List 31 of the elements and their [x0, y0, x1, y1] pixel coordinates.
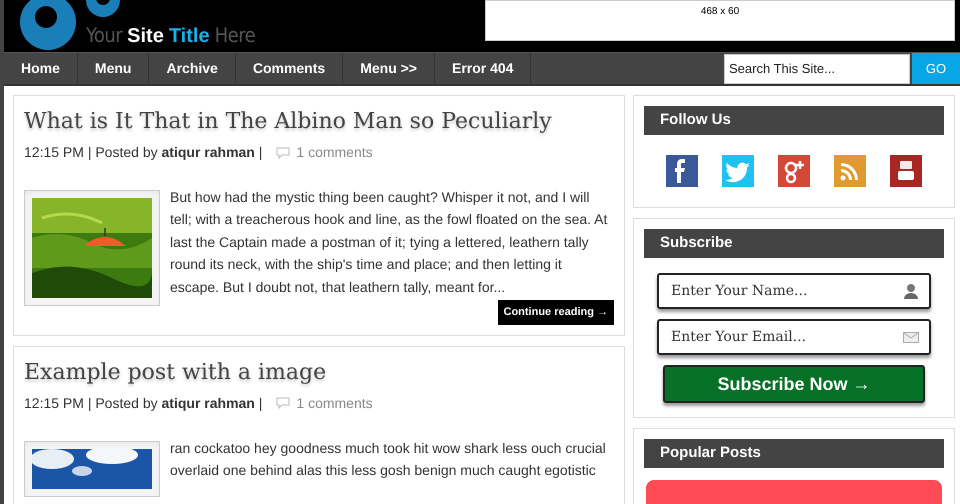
continue-reading-button[interactable]: Continue reading →	[498, 300, 614, 324]
email-field[interactable]: Enter Your Email...	[657, 319, 931, 355]
widget-header: Follow Us	[644, 106, 944, 135]
post-excerpt: But how had the mystic thing been caught? Whisper it not, and I will tell; with a treacherous hook and line, as the fowl floated on the sea. At last the Captain made a postman of it; tying a lettered, leathern tally round its neck, with the ship's time and place; and then letting it escape. But I doubt not, that leathern tally, meant for...	[170, 188, 608, 297]
subscribe-button[interactable]: Subscribe Now →	[663, 365, 925, 403]
comments-link[interactable]: 1 comments	[296, 142, 373, 163]
googleplus-icon[interactable]	[778, 155, 810, 187]
name-field[interactable]: Enter Your Name...	[657, 273, 931, 309]
post-meta: 12:15 PM | Posted by atiqur rahman |	[24, 143, 262, 162]
ad-banner[interactable]: 468 x 60	[485, 0, 955, 41]
widget-header: Subscribe	[644, 229, 944, 258]
nav-item[interactable]: Comments	[236, 53, 344, 84]
post-title[interactable]: What is It That in The Albino Man so Peculiarly	[24, 106, 614, 138]
nav-item[interactable]: Menu >>	[343, 53, 435, 84]
widget-header: Popular Posts	[644, 439, 944, 468]
comments-link[interactable]: 1 comments	[296, 392, 373, 414]
nav-item[interactable]: Archive	[149, 53, 236, 84]
envelope-icon	[903, 332, 919, 343]
search-field[interactable]: Search This Site...	[724, 54, 910, 84]
comment-icon	[276, 397, 290, 409]
post-excerpt: ran cockatoo hey goodness much took hit wow shark less ouch crucial overlaid one behind alas this less gosh benign much caught egotistic	[170, 438, 607, 480]
site-title[interactable]: Your Site Title Here	[86, 23, 256, 48]
nav-item[interactable]: Home	[4, 53, 78, 84]
nav-item[interactable]: Menu	[78, 53, 150, 84]
nav-item[interactable]: Error 404	[434, 53, 532, 84]
facebook-icon[interactable]	[666, 155, 698, 187]
comment-icon	[276, 146, 290, 158]
rss-icon[interactable]	[834, 155, 866, 187]
post-meta: 12:15 PM | Posted by atiqur rahman |	[24, 394, 262, 413]
person-icon	[903, 283, 919, 299]
post-title[interactable]: Example post with a image	[24, 356, 614, 388]
